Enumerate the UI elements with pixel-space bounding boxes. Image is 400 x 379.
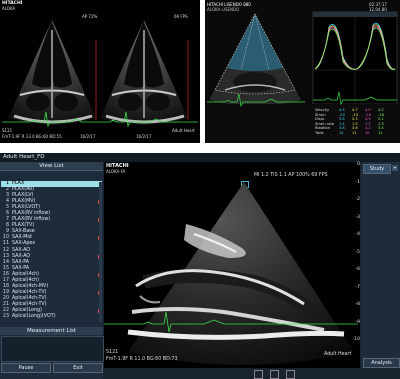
left-date: 16/2/17 — [80, 134, 96, 139]
view-list-item-label: Apical(Long)(VOT) — [12, 314, 56, 320]
view-list-item-label: PLAX(TV) — [12, 223, 35, 229]
depth-tick-label: -3 — [355, 214, 361, 220]
view-list-item-label: PLAX(Ao) — [12, 187, 35, 193]
view-list-item-label: Apical(4ch-TV) — [12, 289, 47, 295]
dual-echo-image — [2, 20, 198, 128]
view-list-item-label: Apical(4ch-MV) — [12, 283, 49, 289]
pause-button[interactable]: Pause — [1, 363, 51, 373]
strain-table-cell: 11 — [352, 130, 357, 135]
strain-curves — [314, 22, 396, 70]
app-title: Adult Heart_FD — [3, 154, 45, 160]
strain-table-cell: Twist — [315, 130, 324, 135]
view-list-item-label: SAX-PA — [12, 259, 30, 265]
view-list-item-label: PLAX(RV inflow) — [12, 217, 51, 223]
exit-button[interactable]: Exit — [53, 363, 103, 373]
depth-tick-label: -4 — [355, 232, 361, 237]
left-probe: S121 — [2, 128, 13, 133]
depth-tick-label: -10 — [352, 337, 360, 342]
left-params: FmT-1.9F R 13.0 BG:60 BD:55 — [2, 134, 62, 139]
last-frame-icon[interactable] — [286, 370, 295, 379]
strain-curve-series — [314, 24, 396, 70]
strain-table-cell: 11 — [378, 130, 383, 135]
echo-app-window: Adult Heart_FD View List 1 PLAX 2 PLAX(Ao) 3… — [0, 153, 400, 379]
measurement-list-title: Measurement List — [26, 328, 77, 334]
preset-label-main: Adult Heart — [324, 352, 352, 357]
play-icon[interactable] — [270, 370, 279, 379]
view-list-item-label: SAX-Apex — [12, 241, 36, 247]
view-list-item-label: PLAX(LVOT) — [12, 205, 41, 211]
depth-tick-label: -1 — [355, 179, 361, 185]
view-list-item-label: SAX-AO — [12, 253, 31, 259]
view-list-item-label: SAX-PA — [12, 265, 30, 271]
analysis-button[interactable]: Analysis — [363, 358, 400, 368]
view-list-title: View List — [39, 163, 64, 169]
view-list-item-label: PLAX — [12, 181, 25, 186]
strain-curve-series — [314, 26, 396, 70]
measurement-list-area[interactable] — [1, 336, 104, 362]
right-date: 16/2/17 — [136, 134, 152, 139]
bottom-toolbar — [104, 368, 360, 379]
view-list-scrollbar[interactable] — [99, 182, 102, 322]
plax-echo-image — [104, 182, 358, 365]
depth-tick-label: -5 — [355, 249, 361, 255]
view-list-item-label: SAX-Base — [12, 229, 35, 235]
view-list-item-label: Apical(4ch) — [12, 271, 40, 277]
app-titlebar: Adult Heart_FD — [0, 153, 400, 162]
strain-curve-series — [314, 22, 396, 70]
strain-table: Velocity 4.5 4.7 4.0 4.2 Strain -20 -19 -16 -18 Di… — [315, 108, 395, 136]
strain-table-cell: 10 — [365, 130, 370, 135]
view-list-item[interactable]: 23 Apical(Long)(VOT) — [1, 314, 102, 320]
measurement-list-header: Measurement List — [0, 327, 103, 335]
image-viewport: HITACHI ALOKA-FA MI 1.2 TIS 1.1 AP 100% … — [104, 162, 360, 368]
first-frame-icon[interactable] — [254, 370, 263, 379]
view-list-item-label: SAX-Mid — [12, 235, 32, 241]
view-list-header: View List — [0, 162, 103, 171]
view-list-item-label: PLAX(MV) — [12, 199, 36, 205]
strain-table-cell: 12 — [339, 130, 344, 135]
study-button[interactable]: Study — [363, 164, 391, 174]
dual-apical-panel: HITACHI ALOKA AP 72% 69 FPS S121 FmT-1.9… — [0, 0, 200, 143]
view-list-item-label: Apical(4ch-TV) — [12, 301, 47, 307]
view-list-item-label: Apical(Long) — [12, 307, 42, 313]
view-list-item-number: 23 — [2, 314, 9, 320]
view-list-item-label: SAX-AO — [12, 247, 31, 253]
params-label: FmT-1.9F R 11.0 BG:60 BD:73 — [106, 357, 178, 362]
study-dropdown-icon[interactable]: ▾ — [392, 165, 398, 171]
strain-curve-series — [314, 27, 396, 70]
strain-table-row: Twist 12 11 10 11 — [315, 131, 395, 136]
view-list-item-label: Apical(4ch) — [12, 277, 40, 283]
depth-tick-label: -7 — [355, 284, 361, 290]
preset-label: Adult Heart — [172, 128, 195, 133]
depth-scale: 0 -1 -2 -3 -4 -5 -6 -7 -8 -9 -10 — [348, 162, 360, 342]
view-list-item-label: PLAX(RV inflow) — [12, 211, 51, 217]
probe-label: S121 — [106, 350, 119, 355]
depth-tick-label: -2 — [355, 197, 361, 202]
depth-tick-label: 0 — [357, 162, 360, 167]
depth-tick-label: -8 — [355, 302, 361, 307]
right-panel: Study ▾ Analysis — [361, 162, 400, 368]
strain-analysis-panel: HITACHI LISENDO 880 ALOKA LISENDO 02:37:… — [205, 0, 400, 143]
depth-tick-label: -9 — [355, 319, 361, 325]
view-list: 1 PLAX 2 PLAX(Ao) 3 PLAX(LV) 4 PLAX(MV) 5 PLAX(LV… — [1, 181, 102, 320]
left-panel: View List 1 PLAX 2 PLAX(Ao) 3 PLAX(LV) 4 PLAX(M… — [0, 162, 104, 379]
view-list-item-label: Apical(4ch-TV) — [12, 295, 47, 301]
view-list-item-label: PLAX(LV) — [12, 193, 34, 199]
depth-tick-label: -6 — [355, 267, 361, 272]
